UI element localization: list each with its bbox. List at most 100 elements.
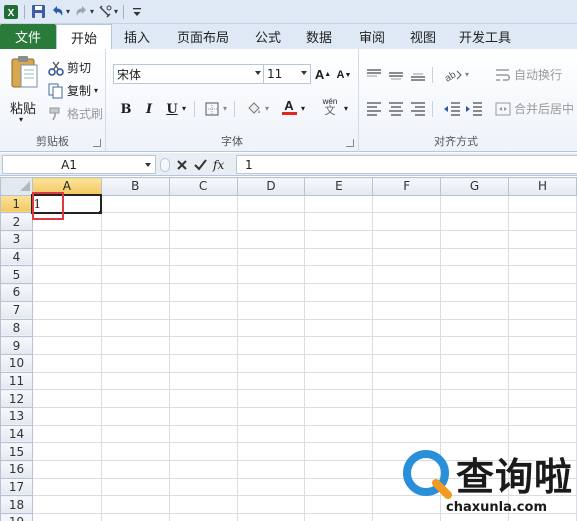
name-box[interactable]: A1 — [2, 155, 156, 174]
fill-handle[interactable] — [98, 209, 100, 211]
cell[interactable] — [236, 513, 306, 521]
cell[interactable] — [372, 265, 442, 285]
copy-button[interactable]: 复制 ▾ — [48, 82, 98, 99]
cell[interactable] — [236, 300, 306, 320]
cell[interactable] — [100, 389, 170, 408]
format-painter-button[interactable]: 格式刷 — [48, 105, 103, 122]
cell[interactable] — [508, 300, 577, 320]
undo-dropdown-icon[interactable]: ▾ — [66, 7, 70, 16]
name-box-dropdown-icon[interactable] — [145, 163, 151, 167]
cell[interactable] — [372, 300, 442, 320]
font-color-dropdown-icon[interactable]: ▾ — [301, 104, 305, 113]
italic-button[interactable]: I — [140, 100, 158, 118]
redo-dropdown-icon[interactable]: ▾ — [90, 7, 94, 16]
tab-data[interactable]: 数据 — [292, 24, 346, 49]
cell[interactable] — [100, 442, 170, 461]
cell[interactable] — [440, 371, 510, 391]
column-header-a[interactable]: A — [31, 177, 102, 196]
column-header-h[interactable]: H — [508, 177, 577, 196]
borders-dropdown-icon[interactable]: ▾ — [223, 104, 227, 113]
wrap-text-button[interactable]: 自动换行 — [495, 66, 562, 83]
phonetic-dropdown-icon[interactable]: ▾ — [344, 104, 348, 113]
tab-home[interactable]: 开始 — [56, 24, 112, 50]
cell[interactable] — [31, 230, 102, 249]
cell[interactable] — [236, 318, 306, 338]
cell[interactable] — [508, 477, 577, 497]
column-header-f[interactable]: F — [372, 177, 442, 196]
cell[interactable] — [236, 336, 306, 355]
cell[interactable] — [100, 318, 170, 338]
cell[interactable] — [304, 442, 374, 461]
cell[interactable] — [508, 247, 577, 267]
cell[interactable] — [168, 300, 238, 320]
cell[interactable] — [372, 247, 442, 267]
cell[interactable] — [372, 371, 442, 391]
bold-button[interactable]: B — [117, 100, 135, 118]
cell[interactable] — [168, 442, 238, 461]
cell[interactable] — [304, 495, 374, 515]
tab-developer[interactable]: 开发工具 — [448, 24, 522, 49]
cell[interactable] — [372, 353, 442, 373]
cell[interactable] — [100, 460, 170, 479]
cell[interactable] — [100, 212, 170, 232]
cell[interactable] — [31, 318, 102, 338]
copy-dropdown-icon[interactable]: ▾ — [94, 86, 98, 95]
row-header-9[interactable]: 9 — [0, 336, 33, 355]
cell[interactable] — [31, 353, 102, 373]
cell[interactable] — [168, 371, 238, 391]
font-size-dropdown-icon[interactable] — [301, 71, 307, 75]
cell[interactable] — [508, 336, 577, 355]
cell[interactable] — [168, 283, 238, 302]
cell[interactable] — [168, 247, 238, 267]
row-header-7[interactable]: 7 — [0, 300, 33, 320]
undo-icon[interactable] — [49, 4, 65, 20]
orientation-dropdown-icon[interactable]: ▾ — [465, 70, 469, 79]
decrease-indent-icon[interactable] — [443, 101, 461, 117]
cell[interactable] — [508, 442, 577, 461]
cell[interactable] — [508, 230, 577, 249]
cell[interactable] — [304, 477, 374, 497]
increase-indent-icon[interactable] — [465, 101, 483, 117]
column-header-c[interactable]: C — [168, 177, 238, 196]
merge-center-button[interactable]: 合并后居中 — [495, 100, 574, 117]
save-icon[interactable] — [30, 4, 46, 20]
orientation-icon[interactable]: ab — [443, 67, 463, 83]
cell[interactable] — [440, 247, 510, 267]
row-header-6[interactable]: 6 — [0, 283, 33, 302]
cell[interactable] — [168, 194, 238, 214]
cell[interactable] — [304, 513, 374, 521]
increase-font-size-button[interactable]: A ▲ — [314, 65, 332, 83]
cell[interactable] — [508, 318, 577, 338]
cell[interactable] — [440, 230, 510, 249]
cell[interactable] — [508, 424, 577, 444]
cell[interactable] — [304, 194, 374, 214]
row-header-17[interactable]: 17 — [0, 477, 33, 497]
fill-color-button[interactable] — [245, 100, 263, 118]
underline-dropdown-icon[interactable]: ▾ — [182, 104, 186, 113]
cell[interactable] — [304, 336, 374, 355]
cell[interactable] — [236, 353, 306, 373]
cell[interactable] — [100, 336, 170, 355]
align-bottom-icon[interactable] — [409, 67, 427, 83]
cell[interactable] — [236, 442, 306, 461]
cell[interactable] — [100, 230, 170, 249]
cell[interactable] — [440, 477, 510, 497]
cell-a1[interactable]: 1 — [31, 194, 103, 214]
row-header-13[interactable]: 13 — [0, 406, 33, 426]
cell[interactable] — [236, 477, 306, 497]
cell[interactable] — [440, 318, 510, 338]
font-size-combo[interactable]: 11 — [263, 64, 311, 84]
cell[interactable] — [372, 424, 442, 444]
align-top-icon[interactable] — [365, 67, 383, 83]
cell[interactable] — [168, 495, 238, 515]
cell[interactable] — [100, 371, 170, 391]
cell[interactable] — [372, 389, 442, 408]
cell[interactable] — [440, 353, 510, 373]
cancel-icon[interactable] — [176, 159, 188, 171]
cell[interactable] — [100, 424, 170, 444]
column-header-d[interactable]: D — [236, 177, 306, 196]
tab-review[interactable]: 审阅 — [346, 24, 398, 49]
cell[interactable] — [236, 371, 306, 391]
row-header-4[interactable]: 4 — [0, 247, 33, 267]
cell[interactable] — [168, 336, 238, 355]
